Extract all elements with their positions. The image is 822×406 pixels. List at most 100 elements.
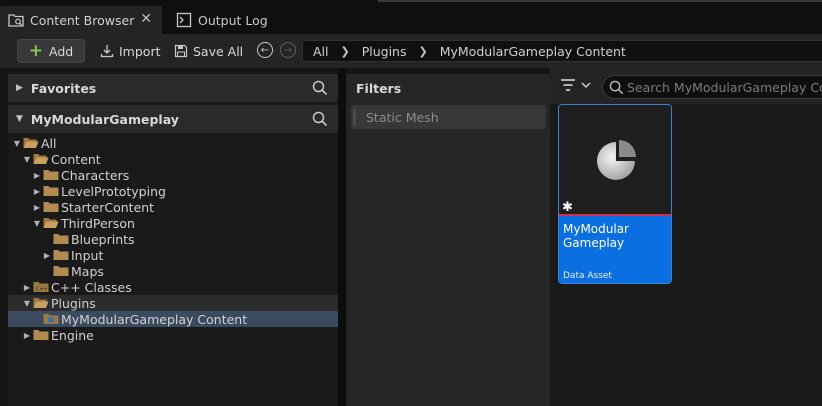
plus-icon: + xyxy=(28,40,44,61)
chevron-right-icon[interactable]: ❯ xyxy=(419,45,428,58)
folder-icon xyxy=(33,330,49,340)
breadcrumb-item[interactable]: MyModularGameplay Content xyxy=(440,44,626,59)
search-icon xyxy=(609,80,624,98)
breadcrumb: All ❯ Plugins ❯ MyModularGameplay Conten… xyxy=(302,40,822,62)
tree-item[interactable]: ▶ C++ C++ Classes xyxy=(8,279,338,295)
tree-item[interactable]: ▶ LevelPrototyping xyxy=(8,183,338,199)
breadcrumb-item[interactable]: All xyxy=(313,44,329,59)
folder-cpp-icon: C++ xyxy=(33,282,49,293)
tab-output-log[interactable]: Output Log xyxy=(168,6,368,34)
save-all-button[interactable]: Save All xyxy=(174,39,244,63)
folder-icon xyxy=(43,186,59,196)
tree-item-label: StarterContent xyxy=(61,199,155,215)
history-forward-button[interactable]: → xyxy=(280,42,296,58)
asset-tile[interactable]: ✱ MyModular Gameplay Data Asset xyxy=(558,104,672,284)
arrow-right-icon: → xyxy=(283,44,293,56)
folder-icon xyxy=(53,266,69,276)
favorites-label: Favorites xyxy=(30,80,97,96)
history-back-button[interactable]: ← xyxy=(257,42,273,58)
output-log-icon xyxy=(176,12,192,28)
filters-title: Filters xyxy=(356,81,402,96)
breadcrumb-item[interactable]: Plugins xyxy=(362,44,407,59)
chevron-right-icon[interactable]: ▶ xyxy=(32,171,42,180)
chevron-down-icon xyxy=(581,82,591,89)
content-browser-icon xyxy=(8,12,24,28)
add-button[interactable]: + Add xyxy=(17,39,85,63)
folder-open-icon xyxy=(33,154,49,164)
chevron-right-icon[interactable]: ▶ xyxy=(22,331,32,340)
tree-item-label: Content xyxy=(51,151,101,167)
import-label: Import xyxy=(119,43,161,59)
folder-icon xyxy=(43,170,59,180)
tree-item[interactable]: Blueprints xyxy=(8,231,338,247)
tree-item-label: LevelPrototyping xyxy=(61,183,166,199)
filter-dropdown-button[interactable] xyxy=(560,78,592,92)
folder-icon xyxy=(53,250,69,260)
tree-item[interactable]: MyModularGameplay Content xyxy=(8,311,338,327)
folder-open-icon xyxy=(33,298,49,308)
asset-view-toolbar: Search MyModularGameplay Content xyxy=(550,68,822,104)
chevron-down-icon[interactable]: ▼ xyxy=(22,299,32,308)
chevron-right-icon: ▶ xyxy=(16,83,23,93)
chevron-right-icon[interactable]: ▶ xyxy=(32,203,42,212)
tab-bar-edge xyxy=(378,0,822,2)
tree-item-label: Input xyxy=(71,247,104,263)
filter-item-static-mesh[interactable]: Static Mesh xyxy=(351,105,546,129)
folder-icon xyxy=(53,234,69,244)
tree-item[interactable]: ▼ Content xyxy=(8,151,338,167)
modified-star-icon: ✱ xyxy=(562,200,573,215)
chevron-down-icon: ▼ xyxy=(16,114,23,124)
add-label: Add xyxy=(49,43,74,59)
tree-item-label: Blueprints xyxy=(71,231,135,247)
filters-panel: Filters Static Mesh xyxy=(346,74,550,406)
search-icon[interactable] xyxy=(312,80,328,99)
favorites-header[interactable]: ▶ Favorites xyxy=(8,74,338,102)
search-input[interactable]: Search MyModularGameplay Content xyxy=(602,75,822,99)
tree-item[interactable]: ▶ StarterContent xyxy=(8,199,338,215)
tree-item[interactable]: ▶ Input xyxy=(8,247,338,263)
chevron-down-icon[interactable]: ▼ xyxy=(12,139,22,148)
asset-type: Data Asset xyxy=(563,271,612,281)
panel-splitter[interactable] xyxy=(338,68,346,406)
tab-label: Content Browser xyxy=(30,12,135,28)
chevron-right-icon[interactable]: ▶ xyxy=(32,187,42,196)
filter-icon xyxy=(561,79,575,91)
chevron-right-icon[interactable]: ❯ xyxy=(341,45,350,58)
chevron-down-icon[interactable]: ▼ xyxy=(22,155,32,164)
save-all-label: Save All xyxy=(193,43,244,59)
tree-item-label: ThirdPerson xyxy=(61,215,135,231)
tree-item[interactable]: ▼ Plugins xyxy=(8,295,338,311)
tree-item[interactable]: Maps xyxy=(8,263,338,279)
asset-thumbnail xyxy=(559,105,671,216)
chevron-right-icon[interactable]: ▶ xyxy=(22,283,32,292)
asset-info: MyModular Gameplay Data Asset xyxy=(559,216,671,283)
search-icon[interactable] xyxy=(312,111,328,130)
sources-panel: ▶ Favorites ▼ MyModularGameplay ▼ All ▼ Con… xyxy=(8,74,338,406)
tree-item-label: Plugins xyxy=(51,295,96,311)
save-icon xyxy=(174,44,188,58)
import-icon xyxy=(100,44,114,58)
data-asset-pie-icon xyxy=(597,140,636,180)
import-button[interactable]: Import xyxy=(100,39,164,63)
project-label: MyModularGameplay xyxy=(30,111,179,127)
tab-content-browser[interactable]: Content Browser ✕ xyxy=(0,6,162,34)
tree-item-label: Characters xyxy=(61,167,130,183)
tree-item[interactable]: ▶ Engine xyxy=(8,327,338,343)
folder-open-icon xyxy=(23,138,39,148)
toolbar: + Add Import Save All ← → All ❯ Plugins … xyxy=(0,34,822,68)
svg-text:C++: C++ xyxy=(36,287,48,293)
chevron-right-icon[interactable]: ▶ xyxy=(42,251,52,260)
chevron-down-icon[interactable]: ▼ xyxy=(32,219,42,228)
tree-item[interactable]: ▼ ThirdPerson xyxy=(8,215,338,231)
folder-plugin-icon xyxy=(43,314,59,324)
arrow-left-icon: ← xyxy=(260,44,270,56)
tree-item[interactable]: ▶ Characters xyxy=(8,167,338,183)
tab-label: Output Log xyxy=(198,12,268,28)
tree-item-label: Maps xyxy=(71,263,104,279)
tree-item-label: MyModularGameplay Content xyxy=(61,311,248,327)
tree-item-label: C++ Classes xyxy=(51,279,132,295)
close-icon[interactable]: ✕ xyxy=(140,11,152,27)
tree-item-label: Engine xyxy=(51,327,94,343)
tree-item[interactable]: ▼ All xyxy=(8,135,338,151)
project-header[interactable]: ▼ MyModularGameplay xyxy=(8,105,338,133)
